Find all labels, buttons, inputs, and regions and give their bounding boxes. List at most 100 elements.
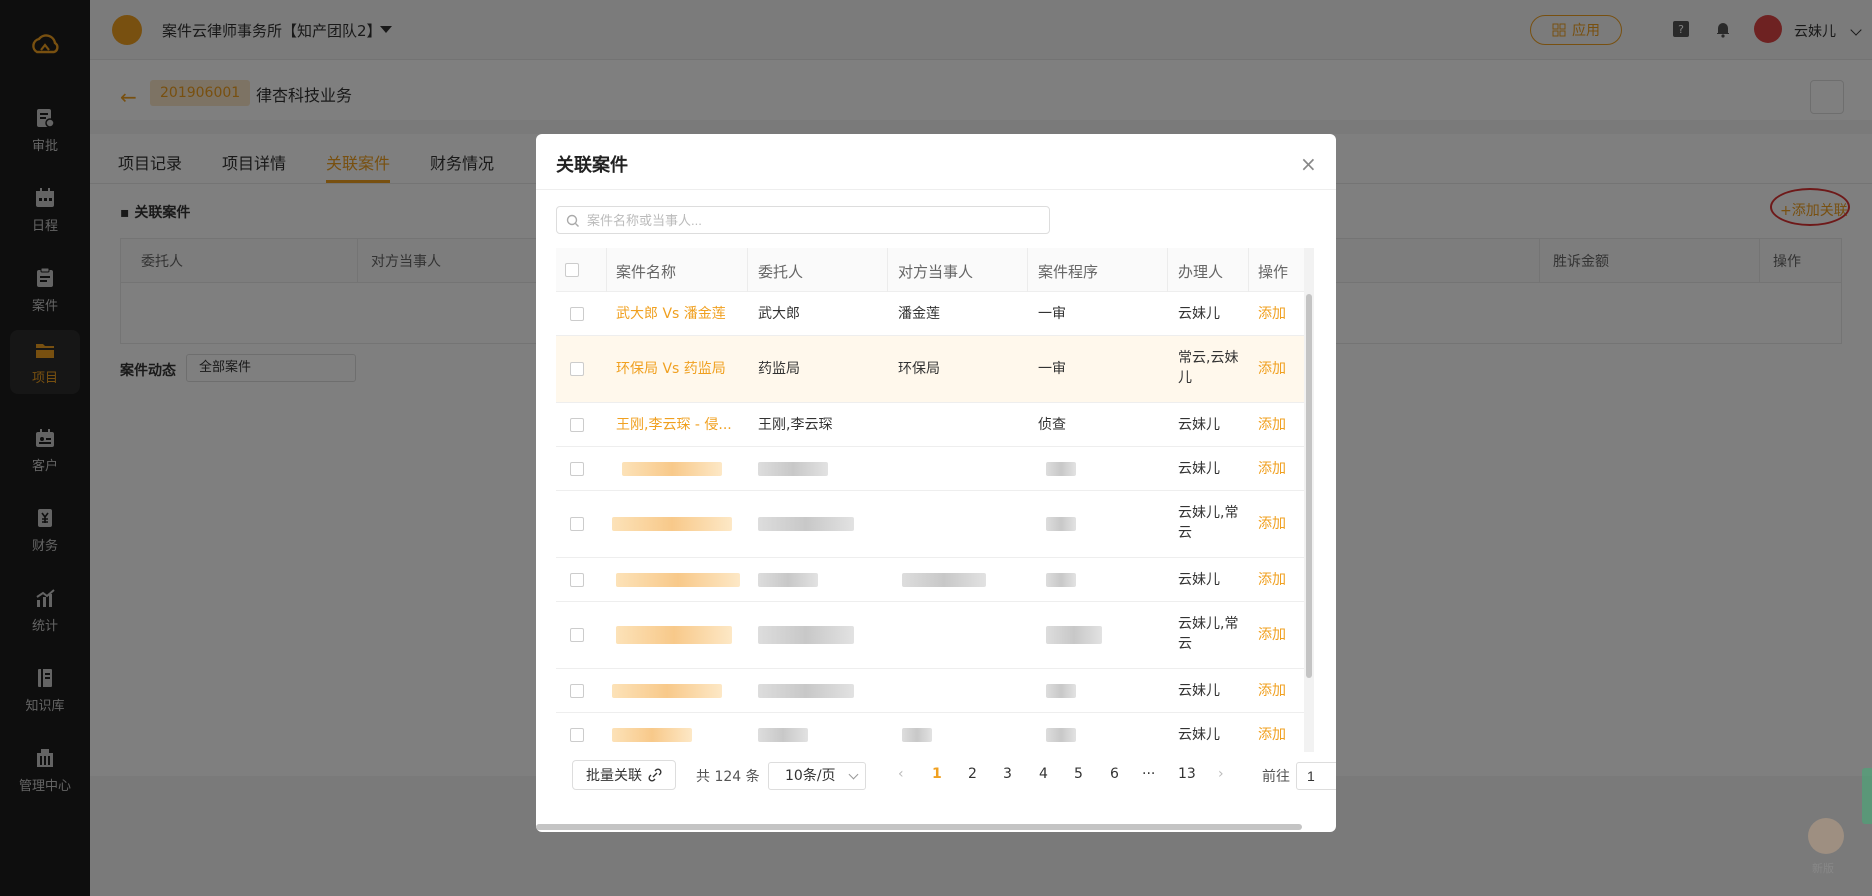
page-6[interactable]: 6 [1110,766,1119,782]
table-row: 云妹儿 添加 [556,713,1306,752]
table-row: 云妹儿,常云 添加 [556,491,1306,558]
case-opponent: 潘金莲 [898,306,940,322]
select-all-checkbox[interactable] [565,263,579,277]
redacted-procedure [1046,728,1076,742]
row-checkbox[interactable] [570,684,584,698]
row-checkbox[interactable] [570,307,584,321]
add-button[interactable]: 添加 [1258,459,1286,479]
total-count: 共 124 条 [696,769,760,785]
case-handler: 云妹儿 [1178,461,1220,477]
table-row: 云妹儿 添加 [556,447,1306,491]
case-name-link[interactable]: 王刚,李云琛 - 侵... [616,415,738,435]
row-checkbox[interactable] [570,517,584,531]
batch-link-label: 批量关联 [586,768,642,784]
row-checkbox[interactable] [570,628,584,642]
page-ellipsis[interactable]: ··· [1142,766,1155,782]
column-header-opponent: 对方当事人 [898,263,974,281]
table-row: 云妹儿 添加 [556,669,1306,713]
page-3[interactable]: 3 [1003,766,1012,782]
case-client: 药监局 [758,361,800,377]
add-button[interactable]: 添加 [1258,570,1286,590]
redacted-opponent [902,728,932,742]
search-icon [566,214,579,227]
redacted-case-name [616,626,732,644]
case-procedure: 一审 [1038,306,1066,322]
redacted-procedure [1046,684,1076,698]
redacted-client [758,462,828,476]
scrollbar-thumb[interactable] [536,824,1302,830]
redacted-client [758,728,808,742]
next-page-icon[interactable]: › [1218,766,1224,782]
redacted-client [758,626,854,644]
batch-link-button[interactable]: 批量关联 [572,760,676,790]
case-client: 武大郎 [758,306,800,322]
side-widget[interactable] [1862,768,1872,824]
case-handler: 云妹儿 [1178,727,1220,743]
goto-label: 前往 [1262,769,1290,785]
case-handler: 云妹儿 [1178,572,1220,588]
redacted-client [758,573,818,587]
row-checkbox[interactable] [570,573,584,587]
case-procedure: 一审 [1038,361,1066,377]
add-button[interactable]: 添加 [1258,625,1286,645]
table-row: 环保局 Vs 药监局 药监局 环保局 一审 常云,云妹儿 添加 [556,336,1306,403]
link-icon [648,768,662,782]
case-procedure: 侦查 [1038,417,1066,433]
close-icon[interactable]: × [1300,152,1317,176]
page-1[interactable]: 1 [932,766,942,782]
case-name-link[interactable]: 武大郎 Vs 潘金莲 [616,304,738,324]
redacted-case-name [612,517,732,531]
related-cases-modal: 关联案件 × 案件名称 委托人 对方当事人 案件程序 办理人 操作 武大郎 Vs… [536,134,1336,832]
redacted-case-name [612,728,692,742]
add-button[interactable]: 添加 [1258,725,1286,745]
page-13[interactable]: 13 [1178,766,1196,782]
column-header-name: 案件名称 [616,263,677,281]
column-header-action: 操作 [1258,263,1289,281]
horizontal-scrollbar[interactable] [536,822,1336,832]
row-checkbox[interactable] [570,728,584,742]
row-checkbox[interactable] [570,418,584,432]
redacted-case-name [622,462,722,476]
case-handler: 云妹儿 [1178,683,1220,699]
row-checkbox[interactable] [570,462,584,476]
redacted-procedure [1046,462,1076,476]
scrollbar-thumb[interactable] [1306,294,1312,678]
redacted-procedure [1046,517,1076,531]
table-row: 云妹儿 添加 [556,558,1306,602]
vertical-scrollbar[interactable] [1304,248,1314,752]
case-handler: 云妹儿,常云 [1178,616,1239,652]
page-size-select[interactable]: 10条/页 [768,762,866,790]
table-row: 云妹儿,常云 添加 [556,602,1306,669]
page-2[interactable]: 2 [968,766,977,782]
pagination-footer: 批量关联 共 124 条 10条/页 ‹ 1 2 3 4 5 6 ··· 13 … [536,760,1336,806]
add-button[interactable]: 添加 [1258,359,1286,379]
add-button[interactable]: 添加 [1258,304,1286,324]
add-button[interactable]: 添加 [1258,415,1286,435]
mascot-avatar-icon[interactable] [1808,818,1844,854]
table-header: 案件名称 委托人 对方当事人 案件程序 办理人 操作 [556,248,1306,292]
table-row: 武大郎 Vs 潘金莲 武大郎 潘金莲 一审 云妹儿 添加 [556,292,1306,336]
case-handler: 云妹儿 [1178,417,1220,433]
add-button[interactable]: 添加 [1258,514,1286,534]
case-client: 王刚,李云琛 [758,417,833,433]
add-button[interactable]: 添加 [1258,681,1286,701]
goto-page-input[interactable] [1296,762,1336,790]
page-5[interactable]: 5 [1074,766,1083,782]
column-header-handler: 办理人 [1178,263,1224,281]
redacted-procedure [1046,573,1076,587]
case-name-link[interactable]: 环保局 Vs 药监局 [616,359,738,379]
column-header-procedure: 案件程序 [1038,263,1099,281]
prev-page-icon[interactable]: ‹ [898,766,904,782]
case-opponent: 环保局 [898,361,940,377]
modal-title: 关联案件 [556,155,628,176]
case-handler: 云妹儿 [1178,306,1220,322]
case-handler: 常云,云妹儿 [1178,350,1239,386]
case-handler: 云妹儿,常云 [1178,505,1239,541]
redacted-opponent [902,573,986,587]
page-4[interactable]: 4 [1039,766,1048,782]
row-checkbox[interactable] [570,362,584,376]
redacted-case-name [616,573,740,587]
cases-table: 案件名称 委托人 对方当事人 案件程序 办理人 操作 武大郎 Vs 潘金莲 武大… [556,248,1324,752]
search-input[interactable] [556,206,1050,234]
table-row: 王刚,李云琛 - 侵... 王刚,李云琛 侦查 云妹儿 添加 [556,403,1306,447]
